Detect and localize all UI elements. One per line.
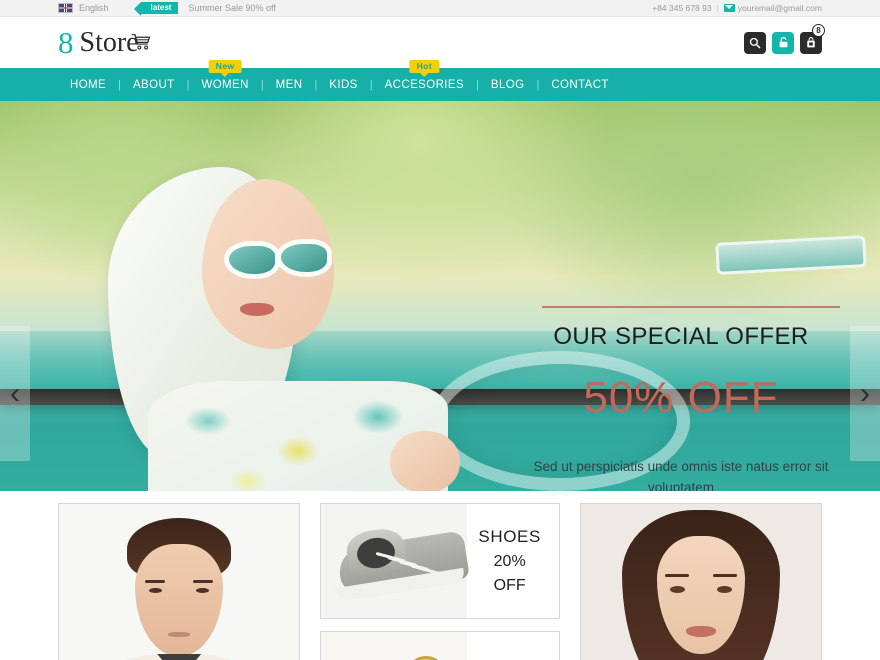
women-brow-left: [664, 574, 689, 577]
men-brow-right: [193, 580, 214, 583]
top-bar-left: English latest Summer Sale 90% off: [58, 2, 652, 16]
women-column: WOMEN: [579, 503, 822, 660]
card-women[interactable]: WOMEN: [579, 503, 822, 660]
latest-tag: latest: [133, 2, 179, 16]
shoes-off-label: OFF: [493, 577, 526, 594]
site-header: 8 Store 8: [0, 17, 880, 68]
nav-badge-new: New: [208, 59, 242, 73]
main-navigation: HOME | ABOUT | WOMEN New | MEN | KIDS | ACCESORIES H…: [0, 59, 880, 101]
category-cards: MEN SHOES 20% OFF: [0, 491, 880, 660]
shoes-text: SHOES 20% OFF: [466, 504, 559, 618]
model-hand: [390, 431, 460, 491]
promo-text: Summer Sale 90% off: [188, 3, 276, 13]
hero-prev-button[interactable]: ‹: [0, 326, 30, 461]
uk-flag-icon: [58, 3, 73, 13]
nav-list: HOME | ABOUT | WOMEN New | MEN | KIDS | ACCESORIES H…: [0, 59, 880, 101]
logo-word: Store: [80, 28, 150, 57]
women-lips: [685, 626, 716, 637]
men-column: MEN: [58, 503, 301, 660]
hero-subtitle: Sed ut perspiciatis unde omnis iste natu…: [533, 459, 829, 491]
shoes-photo: [321, 504, 471, 618]
nav-item-kids[interactable]: KIDS: [317, 79, 369, 91]
card-watch[interactable]: WATCH: [320, 631, 560, 660]
hero-offer: 50% OFF: [583, 373, 779, 422]
card-men[interactable]: MEN: [58, 503, 301, 660]
men-photo: [59, 504, 300, 660]
nav-item-women[interactable]: WOMEN New: [189, 59, 260, 91]
men-collar: [157, 654, 202, 660]
watch-face: [405, 656, 448, 660]
logo-number: 8: [58, 25, 74, 60]
men-face: [135, 544, 224, 656]
cart-logo-icon: [131, 33, 150, 49]
account-lock-button[interactable]: [772, 31, 794, 54]
header-icon-group: 8: [744, 23, 825, 54]
shoes-percent: 20%: [493, 553, 526, 570]
card-shoes[interactable]: SHOES 20% OFF: [320, 503, 560, 619]
nav-item-about[interactable]: ABOUT: [121, 79, 187, 91]
email-text: youremail@gmail.com: [737, 3, 822, 13]
nav-item-contact[interactable]: CONTACT: [539, 79, 621, 91]
nav-item-accesories[interactable]: ACCESORIES Hot: [373, 59, 476, 91]
search-button[interactable]: [744, 31, 766, 54]
watch-photo: [321, 632, 467, 660]
men-brow-left: [145, 580, 166, 583]
shopping-bag-icon: [807, 37, 815, 48]
cart-button[interactable]: 8: [800, 23, 825, 54]
model-sunglasses: [224, 239, 346, 279]
topbar-separator: |: [716, 3, 719, 13]
mail-icon: [723, 4, 735, 12]
language-label[interactable]: English: [79, 3, 109, 13]
cart-count-badge: 8: [812, 23, 825, 37]
women-eye-right: [716, 586, 732, 593]
top-bar-right: +84 345 678 93 | youremail@gmail.com: [652, 3, 822, 13]
hero-divider-line: [542, 306, 840, 308]
shoes-title: SHOES: [478, 527, 541, 546]
search-icon: [749, 37, 761, 48]
hero-title: OUR SPECIAL OFFER: [553, 323, 809, 350]
sunglass-lens-left: [224, 241, 280, 279]
nav-item-blog[interactable]: BLOG: [479, 79, 537, 91]
nav-item-home[interactable]: HOME: [58, 79, 118, 91]
sunglass-lens-right: [276, 239, 332, 277]
hero-model: [90, 131, 470, 491]
women-brow-right: [712, 574, 737, 577]
women-photo: [580, 504, 821, 660]
lock-icon: [779, 36, 787, 48]
nav-item-men[interactable]: MEN: [264, 79, 315, 91]
top-bar: English latest Summer Sale 90% off +84 3…: [0, 0, 880, 17]
men-mouth: [168, 632, 191, 637]
email-link[interactable]: youremail@gmail.com: [723, 3, 822, 13]
middle-column: SHOES 20% OFF WATCH: [320, 503, 560, 660]
nav-badge-hot: Hot: [409, 59, 439, 73]
women-eye-left: [669, 586, 685, 593]
hero-slider: OUR SPECIAL OFFER 50% OFF Sed ut perspic…: [0, 101, 880, 491]
site-logo[interactable]: 8 Store: [58, 27, 744, 58]
hero-next-button[interactable]: ›: [850, 326, 880, 461]
watch-text: WATCH: [466, 632, 559, 660]
hero-copy: OUR SPECIAL OFFER 50% OFF Sed ut perspic…: [516, 323, 846, 491]
model-lips: [240, 303, 274, 316]
phone-number: +84 345 678 93: [652, 3, 712, 13]
